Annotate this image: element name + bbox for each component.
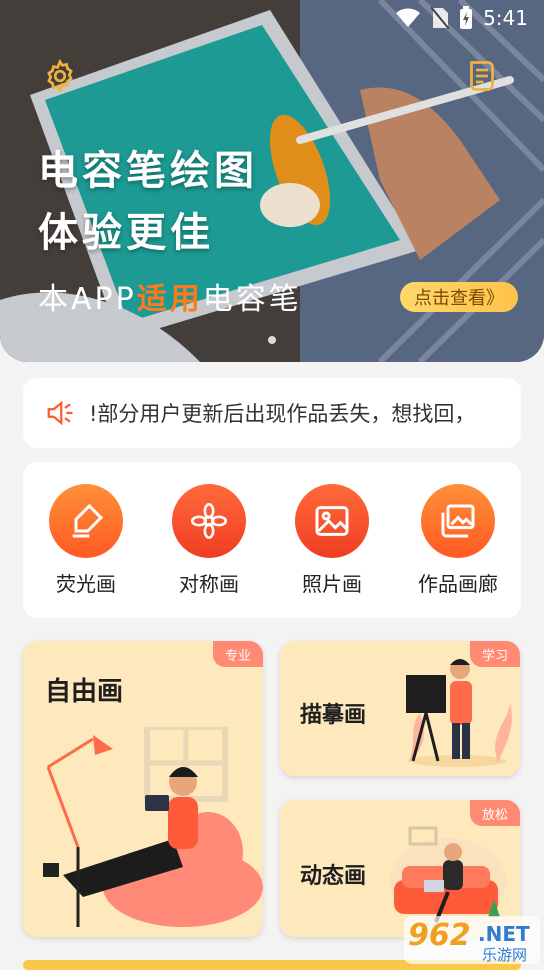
- banner-sub-highlight: 适用: [136, 282, 203, 317]
- tool-highlighter[interactable]: 荧光画: [31, 484, 141, 597]
- hero-banner[interactable]: 电容笔绘图 体验更佳 本APP适用电容笔 点击查看》: [0, 0, 544, 362]
- card-title: 自由画: [45, 677, 124, 707]
- card-title: 动态画: [300, 864, 367, 889]
- no-sim-icon: [431, 7, 450, 29]
- speaker-icon: [47, 400, 73, 426]
- photo-icon: [315, 506, 349, 536]
- tool-label: 作品画廊: [418, 572, 498, 596]
- status-bar: 5:41: [0, 0, 544, 36]
- notice-text: !部分用户更新后出现作品丢失，想找回，: [89, 402, 476, 426]
- card-title: 描摹画: [300, 703, 367, 728]
- tool-symmetry[interactable]: 对称画: [154, 484, 264, 597]
- watermark-text-cn: 乐游网: [482, 946, 528, 964]
- wifi-icon: [396, 8, 421, 27]
- banner-sub-suffix: 电容笔: [202, 282, 302, 317]
- notes-button[interactable]: [462, 56, 502, 96]
- tool-label: 照片画: [302, 572, 362, 596]
- banner-title: 电容笔绘图 体验更佳: [38, 140, 258, 264]
- card-free-draw[interactable]: 专业 自由画: [23, 641, 263, 937]
- banner-title-line1: 电容笔绘图: [38, 148, 258, 194]
- document-list-icon: [470, 61, 494, 91]
- banner-sub-prefix: 本APP: [38, 282, 137, 317]
- painter-illustration: [406, 659, 512, 767]
- view-details-button[interactable]: 点击查看》: [400, 282, 518, 312]
- settings-button[interactable]: [40, 56, 80, 96]
- gear-icon: [47, 58, 73, 94]
- highlighter-icon: [72, 503, 104, 538]
- tool-label: 荧光画: [56, 572, 116, 596]
- tool-gallery[interactable]: 作品画廊: [403, 484, 513, 597]
- tool-photo[interactable]: 照片画: [277, 484, 387, 597]
- badge-pro: 专业: [212, 641, 263, 667]
- watermark-text-num: 962: [408, 918, 471, 953]
- watermark-text-net: .NET: [478, 922, 530, 946]
- gallery-icon: [441, 504, 475, 538]
- banner-subtitle: 本APP适用电容笔: [38, 274, 302, 318]
- battery-charging-icon: [460, 6, 473, 29]
- card-trace-draw[interactable]: 学习 描摹画: [280, 641, 520, 776]
- clock: 5:41: [483, 6, 528, 30]
- banner-title-line2: 体验更佳: [38, 210, 214, 256]
- notice-bar[interactable]: !部分用户更新后出现作品丢失，想找回，: [23, 378, 521, 448]
- tool-grid: 荧光画 对称画 照片画 作品画廊: [23, 462, 521, 618]
- symmetry-flower-icon: [191, 503, 227, 539]
- carousel-indicator: [268, 336, 276, 344]
- tool-label: 对称画: [179, 572, 239, 596]
- relaxing-person-illustration: [43, 727, 263, 927]
- watermark-logo: 962 .NET 乐游网: [404, 916, 540, 964]
